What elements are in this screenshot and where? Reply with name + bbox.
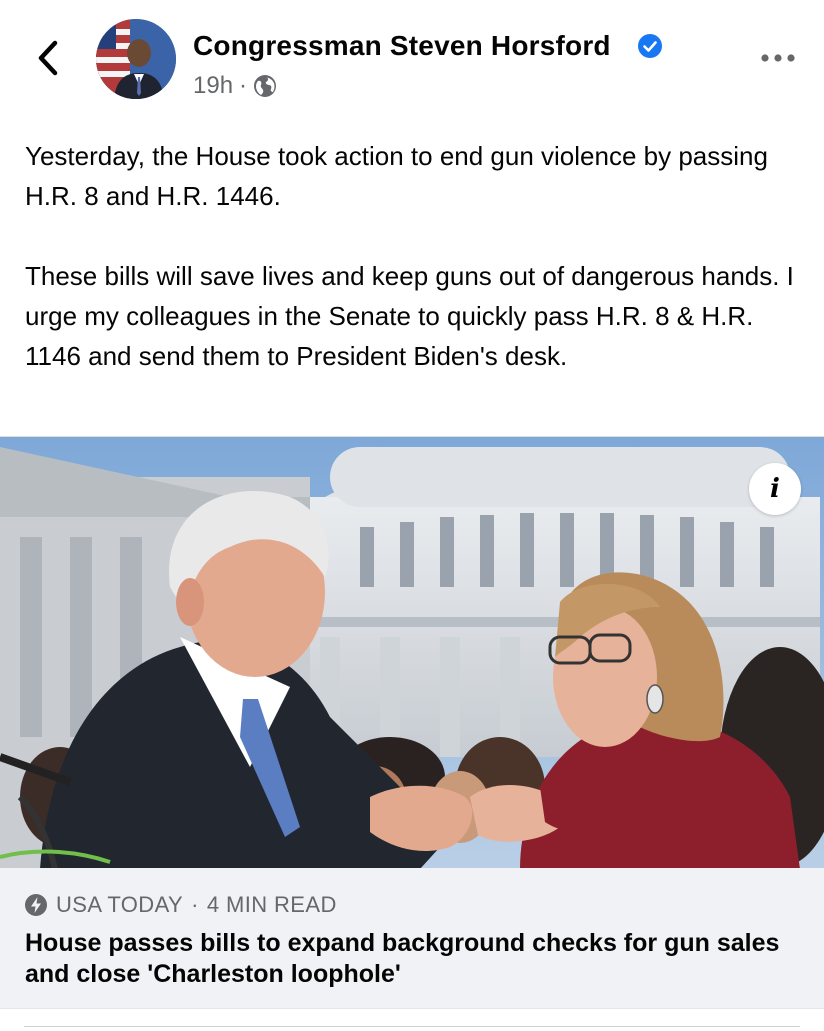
bolt-icon [25,894,47,916]
post-paragraph: Yesterday, the House took action to end … [25,141,768,211]
info-button[interactable]: i [749,463,801,515]
link-preview-footer[interactable]: USA TODAY · 4 MIN READ House passes bill… [0,868,824,1009]
more-options-button[interactable] [758,46,798,70]
link-preview-image[interactable]: i [0,436,824,869]
profile-photo-icon [96,19,176,99]
facebook-post-view: Congressman Steven Horsford 19h · Yester… [0,0,824,1031]
link-read-time: 4 MIN READ [206,892,337,917]
link-preview-card[interactable]: i USA TODAY · 4 MIN READ House passes bi… [0,436,824,1009]
post-body: Yesterday, the House took action to end … [25,136,805,376]
article-photo [0,437,824,869]
link-source: USA TODAY [56,892,184,917]
link-separator: · [191,892,199,917]
ellipsis-icon [761,54,795,62]
link-title[interactable]: House passes bills to expand background … [25,928,805,990]
divider [24,1026,800,1027]
post-header: Congressman Steven Horsford 19h · [0,0,824,120]
back-button[interactable] [26,36,70,80]
link-source-row: USA TODAY · 4 MIN READ [24,892,337,918]
verified-badge-icon [638,34,662,58]
post-meta: 19h · [193,72,277,100]
meta-separator: · [239,72,248,99]
avatar[interactable] [96,19,176,99]
globe-icon [254,75,277,97]
chevron-left-icon [38,40,58,76]
author-name[interactable]: Congressman Steven Horsford [193,30,611,62]
post-paragraph: These bills will save lives and keep gun… [25,261,794,371]
post-timestamp[interactable]: 19h [193,72,233,100]
